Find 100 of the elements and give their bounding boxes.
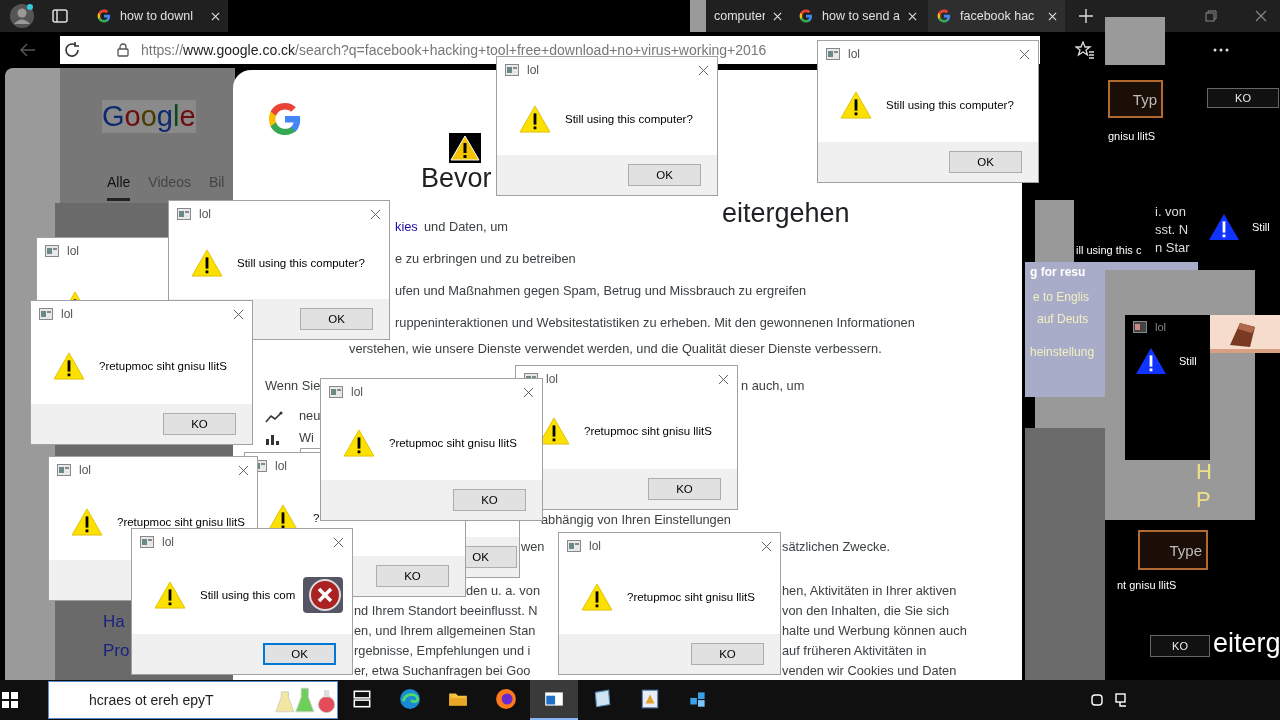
search-field[interactable]: hcraes ot ereh epyT xyxy=(48,681,338,719)
taskbar-app[interactable] xyxy=(530,680,578,720)
dialog-title: lol xyxy=(79,463,92,477)
dialog-button[interactable]: OK xyxy=(628,164,701,186)
glitch-text: i. von xyxy=(1155,205,1187,219)
dialog-message: ?retupmoc siht gnisu llitS xyxy=(389,436,517,449)
browser-tab[interactable]: facebook hac xyxy=(928,0,1065,32)
dialog-button[interactable]: OK xyxy=(263,643,336,665)
input-field[interactable]: Type xyxy=(1138,530,1208,570)
glitch-text: n Star xyxy=(1155,241,1190,255)
warning-icon xyxy=(449,133,481,163)
dialog-button[interactable]: KO xyxy=(648,478,721,500)
dialog-button[interactable]: OK xyxy=(300,308,373,330)
dialog-title: lol xyxy=(275,459,288,473)
dialog-button[interactable]: KO xyxy=(453,489,526,511)
dialog-button[interactable]: KO xyxy=(1150,635,1210,657)
dialog-message: ?retupmoc siht gnisu llitS xyxy=(584,424,712,437)
close-icon[interactable] xyxy=(233,308,244,320)
consent-text: nd Ihrem Standort beeinflusst. N xyxy=(354,603,538,619)
close-icon[interactable] xyxy=(718,373,729,385)
window-icon xyxy=(505,64,519,76)
consent-text: halte und Werbung können auch xyxy=(782,623,967,639)
meet-icon[interactable] xyxy=(1090,692,1106,708)
consent-text: von den Inhalten, die Sie sich xyxy=(782,603,950,619)
close-icon[interactable] xyxy=(333,536,344,548)
trend-icon xyxy=(265,411,283,423)
glitch-text: gnisu llitS xyxy=(1108,129,1156,143)
start-icon[interactable] xyxy=(2,692,18,708)
close-icon[interactable] xyxy=(238,464,249,476)
dialog-title: lol xyxy=(162,535,175,549)
flasks-icon xyxy=(273,685,337,715)
glitch-text: e to Englis xyxy=(1033,290,1090,304)
google-logo: Google xyxy=(102,100,196,133)
consent-text: und Daten, um xyxy=(424,219,508,235)
close-icon[interactable] xyxy=(1019,48,1030,60)
restore-icon[interactable] xyxy=(1205,10,1217,22)
dialog-button[interactable]: KO xyxy=(1207,88,1279,108)
dialog-title: lol xyxy=(589,539,602,553)
window-icon xyxy=(826,48,840,60)
dialog-title: lol xyxy=(67,244,80,258)
dialog-message: Still using this computer? xyxy=(237,257,365,269)
back-arrow-icon[interactable] xyxy=(20,43,36,57)
consent-text: Wenn Sie xyxy=(265,378,321,394)
dialog-button[interactable]: KO xyxy=(163,413,236,435)
cookies-link[interactable]: kies xyxy=(395,219,418,235)
warning-icon xyxy=(53,351,85,380)
warning-icon xyxy=(191,249,223,277)
consent-text: auf früheren Aktivitäten in xyxy=(782,643,927,659)
warning-icon xyxy=(1135,347,1167,375)
consent-text: ruppeninteraktionen und Websitestatistiken zu erheben. Mit den gewonnenen Informationen xyxy=(395,315,915,331)
profile-avatar-icon[interactable] xyxy=(10,4,34,28)
dialog-title: lol xyxy=(61,307,74,321)
close-icon[interactable] xyxy=(761,540,772,552)
search-input[interactable]: hcraes ot ereh epyT xyxy=(87,691,274,709)
dialog-message: ? xyxy=(313,511,320,524)
window-icon xyxy=(567,540,581,552)
glitch-text: sst. N xyxy=(1155,223,1189,237)
close-icon[interactable] xyxy=(1255,10,1267,22)
dialog-button[interactable]: KO xyxy=(691,643,764,665)
consent-text: ufen und Maßnahmen gegen Spam, Betrug und Missbrauch zu ergreifen xyxy=(395,283,807,299)
warning-icon xyxy=(840,90,872,119)
consent-text: sätzlichen Zwecke. xyxy=(782,539,891,555)
close-icon[interactable] xyxy=(370,208,381,220)
window-icon xyxy=(1133,321,1147,333)
dialog-message: Still using this computer? xyxy=(565,113,693,125)
glitch-text: ill using this c xyxy=(1076,243,1142,257)
tab-actions-icon[interactable] xyxy=(52,9,68,23)
glitch-text: auf Deuts xyxy=(1037,312,1089,326)
dialog-message: Still xyxy=(1252,221,1270,233)
search-nav-tab[interactable]: Alle xyxy=(107,174,131,201)
favorites-icon[interactable] xyxy=(1075,41,1095,59)
consent-text: rgebnisse, Empfehlungen und i xyxy=(354,643,531,659)
input-field[interactable]: Typ xyxy=(1108,80,1163,118)
g-logo-icon xyxy=(798,8,814,24)
dialog-title: lol xyxy=(199,207,212,221)
dialog-title: lol xyxy=(527,63,540,77)
warning-icon xyxy=(71,507,103,536)
dialog-button[interactable]: OK xyxy=(949,151,1022,173)
consent-text: abhängig von Ihren Einstellungen xyxy=(541,512,731,528)
bar-chart-icon xyxy=(265,433,279,445)
new-tab-icon[interactable] xyxy=(1079,9,1093,23)
close-icon[interactable] xyxy=(523,386,534,398)
g-logo-icon xyxy=(96,8,112,24)
consent-text: Wi xyxy=(299,430,314,446)
window-icon xyxy=(140,536,154,548)
dialog-button[interactable]: KO xyxy=(376,565,449,587)
task-view-icon xyxy=(351,688,373,710)
glitch-text: g for resu xyxy=(1030,265,1086,279)
dialog-message: Still xyxy=(1179,355,1197,367)
lock-icon xyxy=(117,43,129,57)
window-icon xyxy=(177,208,191,220)
window-icon xyxy=(45,245,59,257)
dialog-message: Still using this computer? xyxy=(886,98,1014,111)
reload-icon[interactable] xyxy=(63,41,81,59)
more-icon[interactable] xyxy=(1213,48,1229,52)
dialog-message: ?retupmoc siht gnisu llitS xyxy=(99,359,227,372)
close-icon[interactable] xyxy=(698,64,709,76)
browser-wave-icon xyxy=(399,688,421,710)
window-icon xyxy=(39,308,53,320)
consent-text: e zu erbringen und zu betreiben xyxy=(395,251,576,267)
